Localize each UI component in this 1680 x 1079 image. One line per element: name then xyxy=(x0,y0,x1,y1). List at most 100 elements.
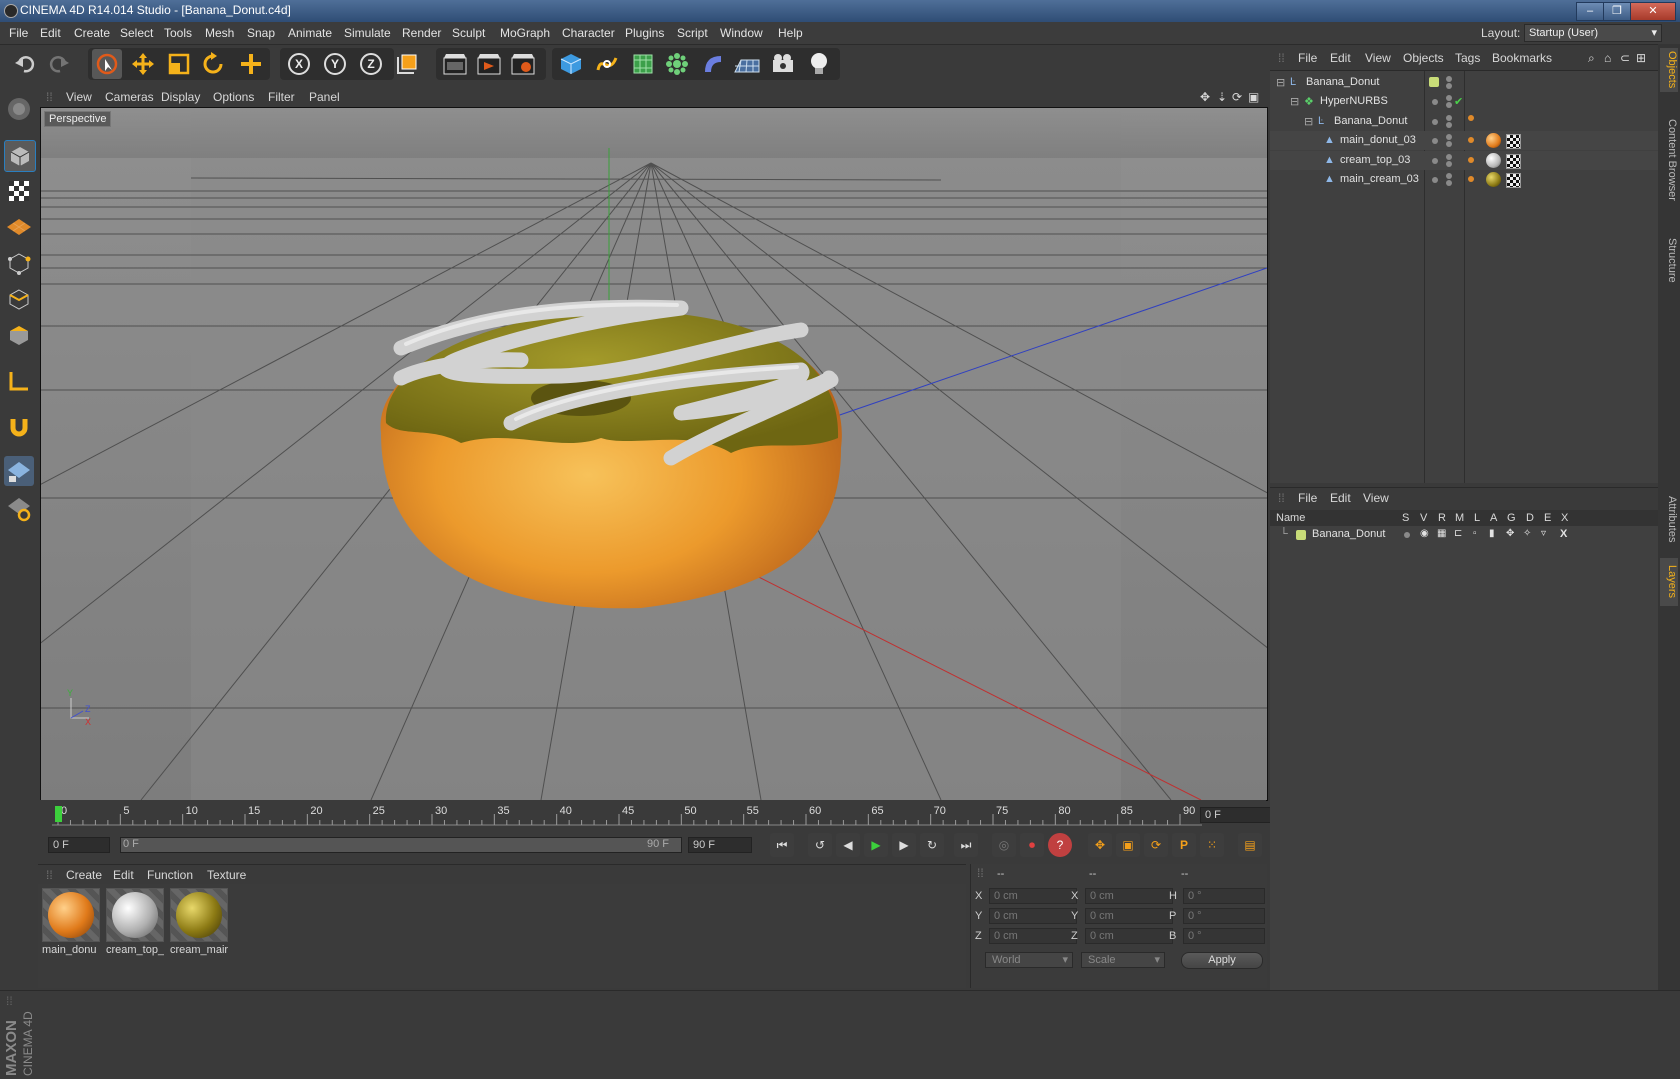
generator-icon[interactable]: ✥ xyxy=(1506,528,1514,539)
viewport-perspective[interactable]: Y Z X Perspective xyxy=(40,107,1268,801)
keyframe-selection-icon[interactable]: ? xyxy=(1048,833,1072,857)
scene-icon[interactable] xyxy=(732,49,762,79)
move-icon[interactable] xyxy=(128,49,158,79)
material-main-donut[interactable]: main_donu xyxy=(42,888,100,960)
undo-icon[interactable] xyxy=(10,49,40,79)
layer-color-swatch[interactable] xyxy=(1296,530,1306,540)
render-clapper-icon[interactable]: ▦ xyxy=(1437,528,1446,539)
uvw-tag-icon[interactable] xyxy=(1506,134,1521,149)
cube-icon[interactable] xyxy=(556,49,586,79)
enabled-check-icon[interactable]: ✔ xyxy=(1454,95,1463,108)
key-parameter-icon[interactable]: P xyxy=(1172,833,1196,857)
menu-script[interactable]: Script xyxy=(677,26,708,40)
expression-icon[interactable]: ▿ xyxy=(1541,528,1546,539)
column-animation[interactable]: A xyxy=(1490,512,1497,524)
material-tag-icon[interactable] xyxy=(1486,153,1501,168)
material-cream-main[interactable]: cream_mair xyxy=(170,888,228,960)
model-mode-icon[interactable] xyxy=(4,140,36,172)
uvw-tag-icon[interactable] xyxy=(1506,173,1521,188)
material-cream-top[interactable]: cream_top_ xyxy=(106,888,164,960)
visibility-render-dot[interactable] xyxy=(1446,122,1452,128)
rotate-icon[interactable] xyxy=(198,49,228,79)
xref-icon[interactable]: X xyxy=(1560,528,1567,540)
redo-icon[interactable] xyxy=(44,49,74,79)
visibility-render-dot[interactable] xyxy=(1446,83,1452,89)
pos-x-field[interactable]: 0 cm xyxy=(989,888,1077,904)
deformer-toggle-icon[interactable]: ✧ xyxy=(1523,528,1531,539)
column-view[interactable]: V xyxy=(1420,512,1427,524)
column-deformers[interactable]: D xyxy=(1526,512,1534,524)
layer-dot[interactable] xyxy=(1432,138,1438,144)
go-to-end-icon[interactable]: ⏭ xyxy=(954,833,978,857)
menu-mesh[interactable]: Mesh xyxy=(205,26,234,40)
phong-tag-icon[interactable] xyxy=(1468,157,1474,163)
layer-row[interactable]: └ Banana_Donut ◉ ▦ ⊏ ▫ ▮ ✥ ✧ ▿ X xyxy=(1270,526,1658,544)
render-picture-viewer-icon[interactable] xyxy=(474,49,504,79)
viewport-menu-panel[interactable]: Panel xyxy=(309,90,340,104)
minimize-button[interactable]: – xyxy=(1576,2,1604,21)
layer-dot[interactable] xyxy=(1432,158,1438,164)
visibility-editor-dot[interactable] xyxy=(1446,76,1452,82)
column-locked[interactable]: L xyxy=(1474,512,1480,524)
auto-keying-icon[interactable]: ⏺ xyxy=(1020,833,1044,857)
viewport-menu-options[interactable]: Options xyxy=(213,90,254,104)
object-row[interactable]: ⊟ Ŀ Banana_Donut xyxy=(1270,73,1658,92)
column-manager[interactable]: M xyxy=(1455,512,1464,524)
size-x-field[interactable]: 0 cm xyxy=(1085,888,1173,904)
column-generators[interactable]: G xyxy=(1507,512,1516,524)
om-menu-bookmarks[interactable]: Bookmarks xyxy=(1492,51,1552,65)
light-icon[interactable] xyxy=(804,49,834,79)
material-menu-texture[interactable]: Texture xyxy=(207,868,246,882)
column-render[interactable]: R xyxy=(1438,512,1446,524)
layer-dot[interactable] xyxy=(1432,99,1438,105)
key-pla-icon[interactable]: ⁙ xyxy=(1200,833,1224,857)
viewport-menu-view[interactable]: View xyxy=(66,90,92,104)
object-row[interactable]: ▲ cream_top_03 xyxy=(1270,151,1658,170)
x-axis-icon[interactable]: X xyxy=(284,49,314,79)
home-icon[interactable]: ⌂ xyxy=(1604,51,1611,65)
key-rotation-icon[interactable]: ⟳ xyxy=(1144,833,1168,857)
object-row[interactable]: ⊟ Ŀ Banana_Donut xyxy=(1270,112,1658,131)
menu-simulate[interactable]: Simulate xyxy=(344,26,391,40)
animation-film-icon[interactable]: ▮ xyxy=(1489,528,1495,539)
collapse-icon[interactable]: ⊟ xyxy=(1276,76,1285,89)
menu-window[interactable]: Window xyxy=(720,26,763,40)
om-menu-tags[interactable]: Tags xyxy=(1455,51,1480,65)
live-selection-icon[interactable] xyxy=(92,49,122,79)
material-menu-function[interactable]: Function xyxy=(147,868,193,882)
menu-sculpt[interactable]: Sculpt xyxy=(452,26,485,40)
menu-select[interactable]: Select xyxy=(120,26,153,40)
start-frame-field[interactable]: 0 F xyxy=(48,837,110,853)
tab-objects[interactable]: Objects xyxy=(1660,48,1678,92)
collapse-icon[interactable]: ⊟ xyxy=(1304,115,1313,128)
magnet-icon[interactable] xyxy=(4,412,34,442)
phong-tag-icon[interactable] xyxy=(1468,176,1474,182)
coordinate-system-icon[interactable] xyxy=(392,49,422,79)
zoom-view-icon[interactable]: ⇣ xyxy=(1217,90,1227,104)
transform-mode-select[interactable]: Scale ▾ xyxy=(1081,952,1165,968)
om-menu-objects[interactable]: Objects xyxy=(1403,51,1444,65)
close-button[interactable]: ✕ xyxy=(1630,2,1676,21)
menu-tools[interactable]: Tools xyxy=(164,26,192,40)
column-expressions[interactable]: E xyxy=(1544,512,1551,524)
visibility-editor-dot[interactable] xyxy=(1446,134,1452,140)
tab-content-browser[interactable]: Content Browser xyxy=(1660,100,1678,220)
visibility-editor-dot[interactable] xyxy=(1446,115,1452,121)
previous-key-icon[interactable]: ↺ xyxy=(808,833,832,857)
visibility-render-dot[interactable] xyxy=(1446,161,1452,167)
tab-attributes[interactable]: Attributes xyxy=(1660,484,1678,554)
next-key-icon[interactable]: ↻ xyxy=(920,833,944,857)
key-position-icon[interactable]: ✥ xyxy=(1088,833,1112,857)
texture-mode-icon[interactable] xyxy=(4,176,34,206)
deformer-icon[interactable] xyxy=(698,49,728,79)
lock-icon[interactable]: ▫ xyxy=(1473,528,1477,539)
layer-dot[interactable] xyxy=(1432,119,1438,125)
next-frame-icon[interactable]: ▶ xyxy=(892,833,916,857)
polygons-mode-icon[interactable] xyxy=(4,320,34,350)
visibility-render-dot[interactable] xyxy=(1446,141,1452,147)
y-axis-icon[interactable]: Y xyxy=(320,49,350,79)
view-eye-icon[interactable]: ◉ xyxy=(1420,528,1429,539)
visibility-render-dot[interactable] xyxy=(1446,102,1452,108)
points-mode-icon[interactable] xyxy=(4,248,34,278)
workplane-mode-icon[interactable] xyxy=(4,212,34,242)
